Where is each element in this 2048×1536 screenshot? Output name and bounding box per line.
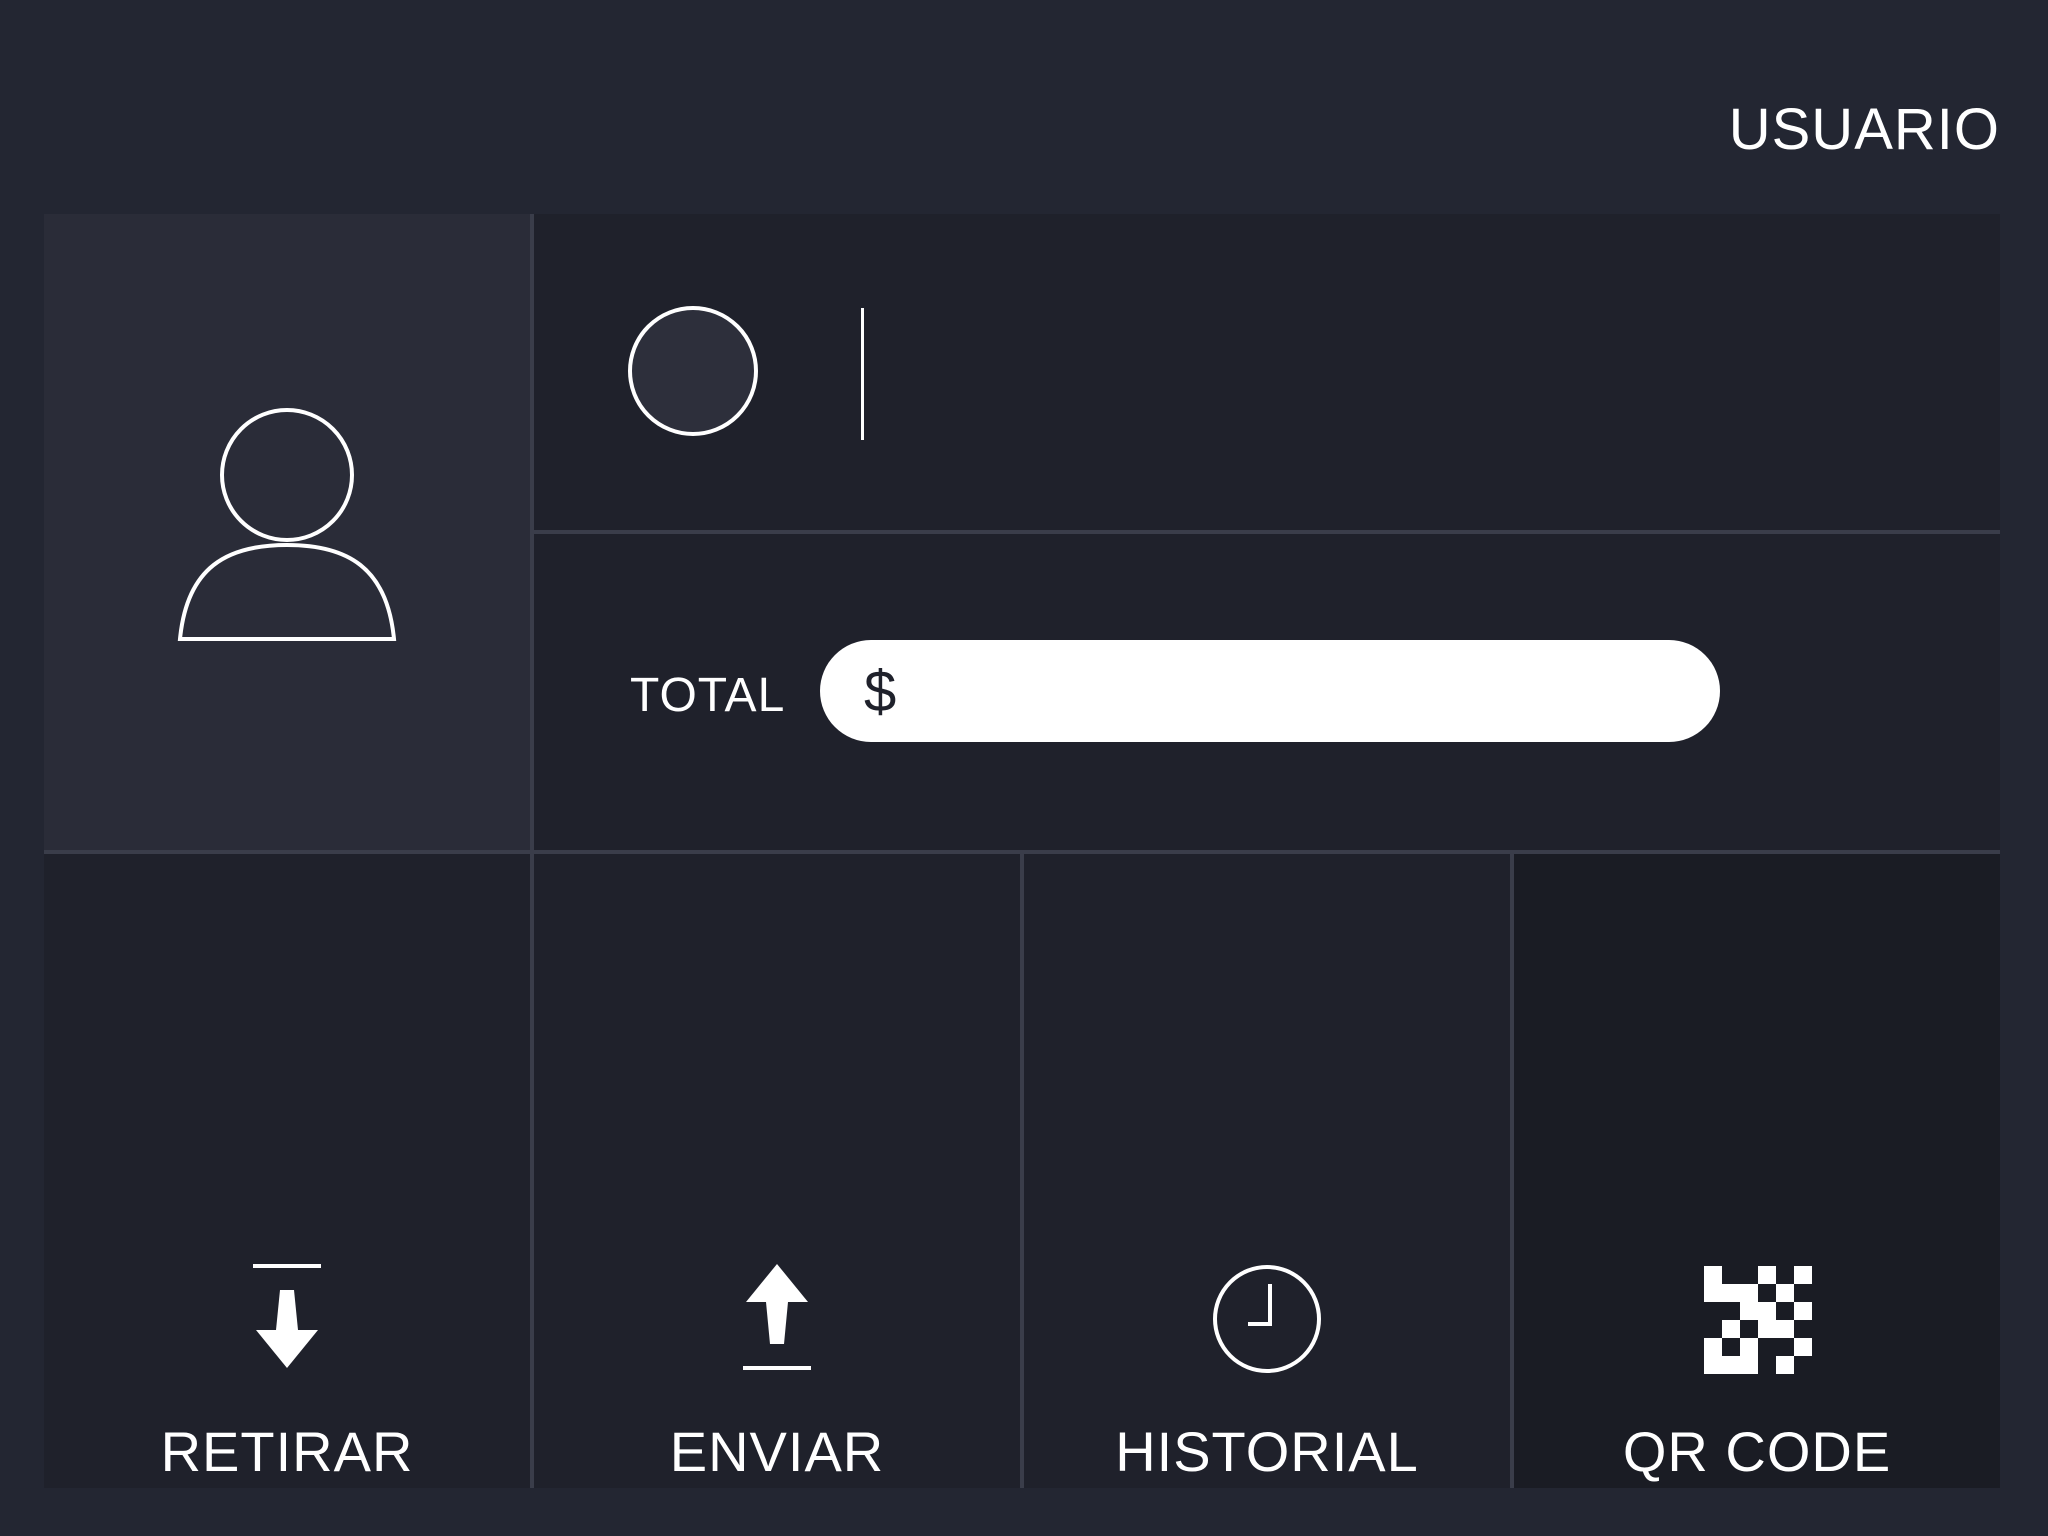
- user-label[interactable]: USUARIO: [1729, 95, 2000, 165]
- download-arrow-icon: [253, 1264, 321, 1368]
- retirar-button[interactable]: RETIRAR: [44, 854, 530, 1488]
- total-tile: TOTAL $: [534, 534, 2000, 850]
- retirar-label: RETIRAR: [160, 1420, 414, 1483]
- total-label: TOTAL: [630, 669, 786, 722]
- qr-code-button[interactable]: QR CODE: [1514, 854, 2000, 1488]
- user-icon: [177, 408, 397, 641]
- historial-label: HISTORIAL: [1115, 1420, 1419, 1483]
- historial-button[interactable]: HISTORIAL: [1024, 854, 1510, 1488]
- account-tile: [534, 214, 2000, 530]
- enviar-label: ENVIAR: [669, 1420, 885, 1483]
- profile-tile[interactable]: [44, 214, 530, 850]
- enviar-button[interactable]: ENVIAR: [534, 854, 1020, 1488]
- circle-indicator-icon[interactable]: [628, 306, 758, 436]
- currency-symbol: $: [864, 658, 897, 724]
- upload-arrow-icon: [743, 1264, 811, 1370]
- clock-icon: [1213, 1265, 1321, 1373]
- qr-code-icon: [1704, 1266, 1812, 1374]
- amount-field[interactable]: $: [820, 640, 1720, 742]
- main-panel: TOTAL $ RETIRAR ENVIAR HISTORIAL QR CODE: [44, 214, 2000, 1488]
- qr-code-label: QR CODE: [1622, 1420, 1892, 1483]
- text-cursor: [861, 308, 864, 440]
